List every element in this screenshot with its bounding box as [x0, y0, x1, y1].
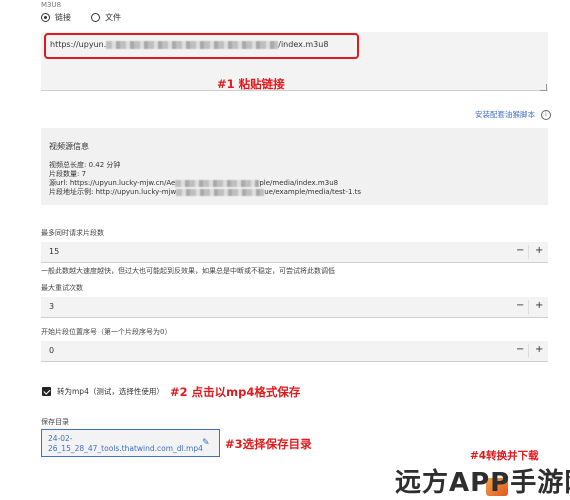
- concurrency-hint: 一般此数越大速度越快，但过大也可能起到反效果，如果总是中断或不稳定，可尝试将此数…: [41, 267, 335, 275]
- save-path-line1: 24-02-: [48, 434, 73, 443]
- concurrency-stepper[interactable]: 15 − +: [41, 242, 548, 263]
- retries-value: 3: [49, 302, 55, 311]
- url-prefix: https://upyun.: [50, 40, 107, 49]
- plus-icon[interactable]: +: [535, 344, 543, 355]
- info-icon[interactable]: i: [541, 109, 551, 120]
- minus-icon[interactable]: −: [516, 245, 524, 256]
- plus-icon[interactable]: +: [535, 245, 543, 256]
- url-text: https://upyun. /index.m3u8: [50, 40, 328, 49]
- resize-handle-icon[interactable]: [540, 84, 547, 91]
- minus-icon[interactable]: −: [516, 300, 524, 311]
- edit-icon[interactable]: ✎: [202, 438, 210, 448]
- convert-mp4-label: 转为mp4（测试，选择性使用）: [57, 387, 164, 396]
- annotation-step4: #4转换并下载: [470, 450, 539, 462]
- segment-sample-suffix: ue/example/media/test-1.ts: [264, 188, 362, 196]
- concurrency-value: 15: [49, 247, 60, 256]
- watermark-text: 远方APP手游网: [395, 468, 570, 498]
- concurrency-label: 最多同时请求片段数: [41, 229, 104, 237]
- start-index-value: 0: [49, 346, 55, 355]
- install-script-link[interactable]: 安装配套油猴脚本: [475, 109, 535, 120]
- save-dir-path: 24-02- 26_15_28_47_tools.thatwind.com_dl…: [48, 434, 203, 454]
- radio-link[interactable]: [41, 13, 50, 22]
- m3u8-label: M3U8: [41, 1, 62, 9]
- save-path-line2: 26_15_28_47_tools.thatwind.com_dl.mp4: [48, 444, 203, 453]
- source-radio-group: 链接 文件: [41, 12, 121, 23]
- radio-file[interactable]: [91, 13, 100, 22]
- annotation-step2: #2 点击以mp4格式保存: [170, 385, 301, 399]
- source-url-prefix: 源url: https://upyun.lucky-mjw.cn/Ae: [49, 179, 176, 187]
- video-info-title: 视频源信息: [49, 142, 89, 151]
- minus-icon[interactable]: −: [516, 344, 524, 355]
- redacted-blur: [176, 188, 265, 196]
- convert-mp4-checkbox[interactable]: [42, 387, 51, 396]
- retries-label: 最大重试次数: [41, 284, 83, 292]
- radio-file-label: 文件: [105, 13, 121, 22]
- plus-icon[interactable]: +: [535, 300, 543, 311]
- source-url-suffix: ple/media/index.m3u8: [259, 179, 339, 187]
- annotation-step3: #3选择保存目录: [225, 437, 312, 451]
- url-suffix: /index.m3u8: [278, 40, 329, 49]
- retries-stepper[interactable]: 3 − +: [41, 297, 548, 318]
- annotation-step1: #1 粘贴链接: [217, 77, 285, 91]
- install-script-row: 安装配套油猴脚本 i: [475, 109, 551, 120]
- segment-sample-prefix: 片段地址示例: http://upyun.lucky-mjw: [49, 188, 177, 196]
- info-segment-sample: 片段地址示例: http://upyun.lucky-mjw ue/example…: [49, 187, 361, 197]
- convert-mp4-row: 转为mp4（测试，选择性使用）: [42, 386, 164, 397]
- start-index-stepper[interactable]: 0 − +: [41, 341, 548, 362]
- redacted-blur: [106, 40, 279, 49]
- redacted-blur: [175, 179, 260, 187]
- save-dir-label: 保存目录: [41, 418, 69, 426]
- start-index-label: 开始片段位置序号（第一个片段序号为0）: [41, 328, 172, 336]
- radio-link-label: 链接: [55, 13, 71, 22]
- save-dir-field[interactable]: 24-02- 26_15_28_47_tools.thatwind.com_dl…: [41, 429, 220, 457]
